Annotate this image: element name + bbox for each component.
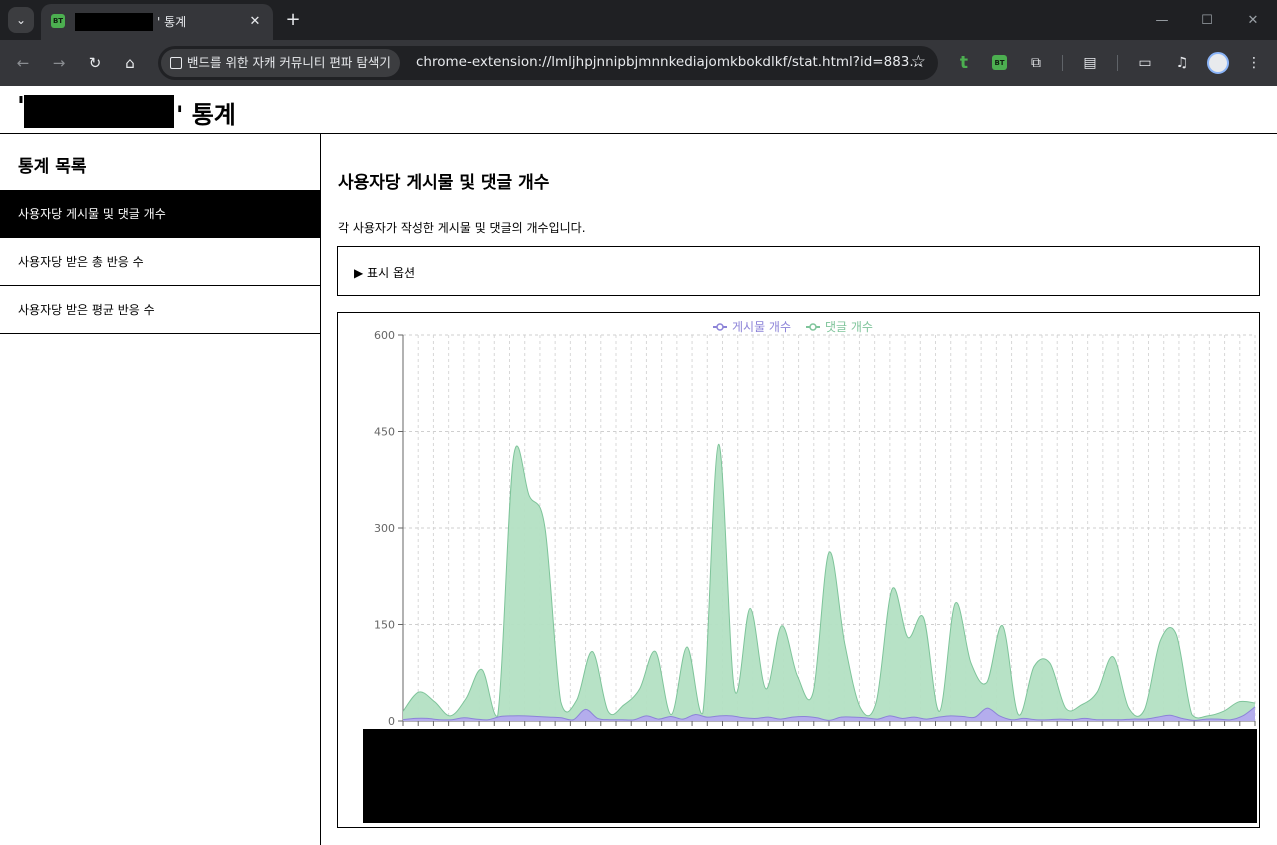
y-tick-label: 150 bbox=[374, 619, 395, 632]
y-tick-label: 450 bbox=[374, 426, 395, 439]
bt-extension-icon[interactable]: BT bbox=[992, 55, 1007, 70]
page-header: ' ' 통계 bbox=[0, 86, 1277, 134]
tab-search-icon[interactable]: ⌄ bbox=[8, 7, 34, 33]
legend-marker-dot bbox=[809, 323, 817, 331]
legend-marker-dot bbox=[716, 323, 724, 331]
section-title: 사용자당 게시물 및 댓글 개수 bbox=[338, 173, 550, 193]
maximize-icon[interactable]: ☐ bbox=[1195, 9, 1219, 31]
y-tick-label: 600 bbox=[374, 329, 395, 342]
y-tick-label: 0 bbox=[388, 715, 395, 728]
reload-icon[interactable]: ↻ bbox=[82, 50, 108, 76]
page-title: ' 통계 bbox=[176, 101, 236, 129]
close-window-icon[interactable]: ✕ bbox=[1241, 9, 1265, 31]
redacted-text bbox=[75, 13, 153, 31]
toolbar-divider bbox=[1062, 55, 1063, 71]
back-icon[interactable]: ← bbox=[10, 50, 36, 76]
y-tick-label: 300 bbox=[374, 522, 395, 535]
cast-icon[interactable]: ▭ bbox=[1134, 52, 1156, 74]
address-bar[interactable]: 밴드를 위한 자캐 커뮤니티 편파 탐색기 chrome-extension:/… bbox=[158, 46, 938, 80]
media-control-icon[interactable]: ♫ bbox=[1171, 52, 1193, 74]
close-tab-icon[interactable]: ✕ bbox=[245, 11, 265, 31]
toolbar-divider bbox=[1117, 55, 1118, 71]
display-options-toggle[interactable]: ▶ 표시 옵션 bbox=[354, 264, 415, 281]
extensions-puzzle-icon[interactable]: ⧉ bbox=[1025, 52, 1047, 74]
forward-icon[interactable]: → bbox=[46, 50, 72, 76]
legend-label: 게시물 개수 bbox=[732, 320, 791, 334]
bookmark-star-icon[interactable]: ☆ bbox=[911, 52, 926, 72]
sidebar-item-average-reactions[interactable]: 사용자당 받은 평균 반응 수 bbox=[0, 286, 320, 334]
redacted-x-axis-labels bbox=[363, 729, 1257, 823]
profile-avatar[interactable] bbox=[1207, 52, 1229, 74]
plus-icon[interactable]: + bbox=[282, 8, 304, 30]
chart-container: 0 150 300 450 600 게시물 개수 댓글 개수 bbox=[337, 312, 1260, 828]
sidebar-title: 통계 목록 bbox=[18, 157, 87, 177]
extension-icon bbox=[170, 57, 182, 69]
site-info-chip[interactable]: 밴드를 위한 자캐 커뮤니티 편파 탐색기 bbox=[161, 49, 400, 77]
redacted-text bbox=[24, 95, 174, 128]
site-chip-label: 밴드를 위한 자캐 커뮤니티 편파 탐색기 bbox=[187, 55, 391, 70]
t-extension-icon[interactable]: t bbox=[953, 52, 975, 74]
legend-label: 댓글 개수 bbox=[825, 320, 873, 334]
reading-list-icon[interactable]: ▤ bbox=[1079, 52, 1101, 74]
minimize-icon[interactable]: — bbox=[1150, 9, 1174, 31]
tab-favicon-icon: BT bbox=[51, 14, 65, 28]
page: ' ' 통계 통계 목록 사용자당 게시물 및 댓글 개수 사용자당 받은 총 … bbox=[0, 86, 1277, 845]
tab-strip: ⌄ BT ' 통계 ✕ + — ☐ ✕ bbox=[0, 0, 1277, 40]
main-content: 사용자당 게시물 및 댓글 개수 각 사용자가 작성한 게시물 및 댓글의 개수… bbox=[322, 134, 1277, 845]
tab-title: ' 통계 bbox=[157, 15, 187, 29]
section-description: 각 사용자가 작성한 게시물 및 댓글의 개수입니다. bbox=[338, 221, 586, 235]
more-menu-icon[interactable]: ⋮ bbox=[1243, 52, 1265, 74]
sidebar-item-total-reactions[interactable]: 사용자당 받은 총 반응 수 bbox=[0, 238, 320, 286]
display-options-panel[interactable]: ▶ 표시 옵션 bbox=[337, 246, 1260, 296]
sidebar: 통계 목록 사용자당 게시물 및 댓글 개수 사용자당 받은 총 반응 수 사용… bbox=[0, 134, 321, 845]
browser-toolbar: ← → ↻ ⌂ 밴드를 위한 자캐 커뮤니티 편파 탐색기 chrome-ext… bbox=[0, 40, 1277, 86]
url-text[interactable]: chrome-extension://lmljhpjnnipbjmnnkedia… bbox=[416, 54, 922, 70]
browser-tab[interactable]: BT ' 통계 ✕ bbox=[41, 4, 273, 40]
sidebar-item-posts-comments[interactable]: 사용자당 게시물 및 댓글 개수 bbox=[0, 190, 320, 238]
home-icon[interactable]: ⌂ bbox=[117, 50, 143, 76]
